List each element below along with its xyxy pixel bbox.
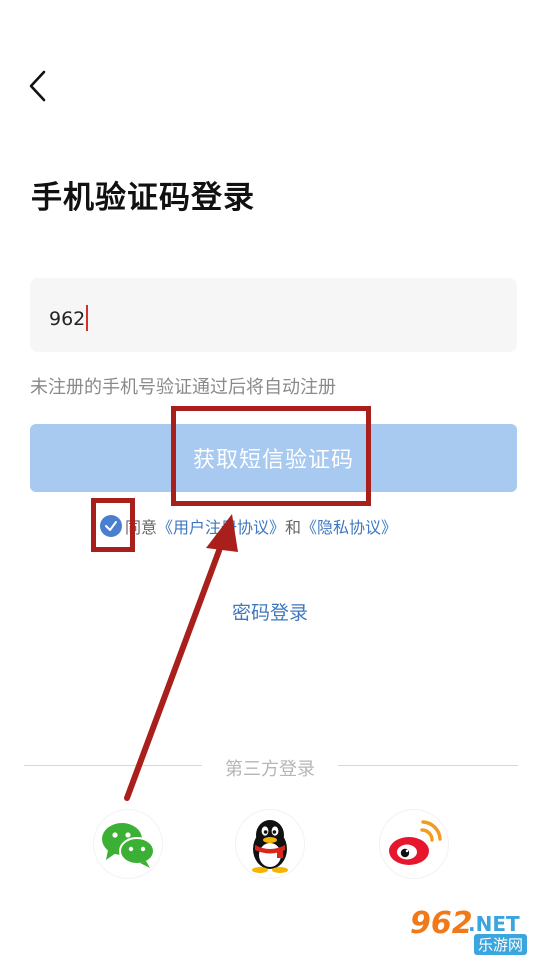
watermark-962: 962 xyxy=(410,906,473,941)
watermark-site-name: 乐游网 xyxy=(474,934,528,955)
annotation-arrow xyxy=(124,514,238,801)
watermark-net: .NET xyxy=(468,912,520,936)
site-watermark: 962 .NET 乐游网 xyxy=(402,906,532,955)
